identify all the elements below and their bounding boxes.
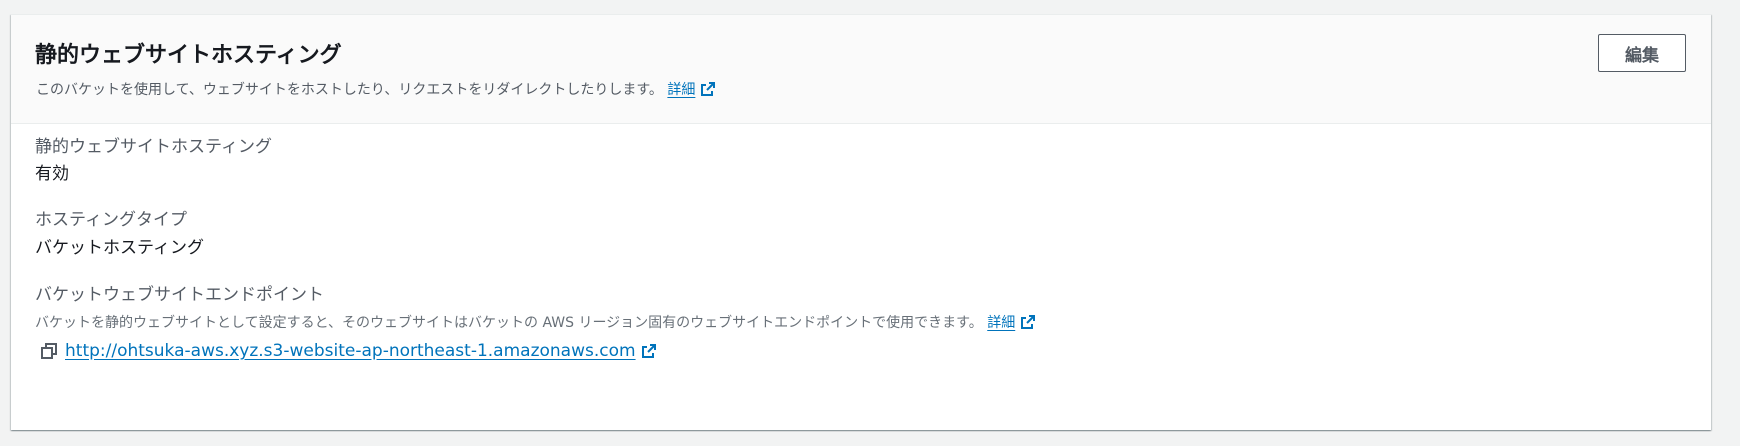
endpoint-info-link-label: 詳細 [987, 315, 1016, 331]
info-link[interactable]: 詳細 [667, 82, 716, 98]
hosting-type-label: ホスティングタイプ [35, 210, 187, 230]
endpoint-label: バケットウェブサイトエンドポイント [35, 285, 324, 305]
endpoint-description-text: バケットを静的ウェブサイトとして設定すると、そのウェブサイトはバケットの AWS… [35, 315, 983, 331]
endpoint-url: http://ohtsuka-aws.xyz.s3-website-ap-nor… [65, 341, 636, 361]
external-link-icon [1021, 315, 1036, 329]
edit-button[interactable]: 編集 [1598, 34, 1686, 72]
hosting-type-value: バケットホスティング [35, 238, 204, 258]
copy-icon[interactable] [41, 343, 57, 359]
endpoint-url-row: http://ohtsuka-aws.xyz.s3-website-ap-nor… [41, 341, 657, 361]
panel-description-text: このバケットを使用して、ウェブサイトをホストしたり、リクエストをリダイレクトした… [36, 82, 663, 98]
panel-header: 静的ウェブサイトホスティング このバケットを使用して、ウェブサイトをホストしたり… [11, 15, 1711, 124]
endpoint-info-link[interactable]: 詳細 [987, 315, 1036, 331]
endpoint-url-link[interactable]: http://ohtsuka-aws.xyz.s3-website-ap-nor… [65, 341, 657, 361]
static-website-hosting-panel: 静的ウェブサイトホスティング このバケットを使用して、ウェブサイトをホストしたり… [11, 14, 1711, 430]
panel-title: 静的ウェブサイトホスティング [35, 43, 342, 68]
info-link-label: 詳細 [667, 82, 696, 98]
external-link-icon [641, 344, 656, 358]
static-hosting-label: 静的ウェブサイトホスティング [35, 137, 272, 157]
endpoint-description: バケットを静的ウェブサイトとして設定すると、そのウェブサイトはバケットの AWS… [35, 312, 1036, 332]
static-hosting-value: 有効 [35, 164, 69, 184]
external-link-icon [701, 82, 716, 96]
panel-description: このバケットを使用して、ウェブサイトをホストしたり、リクエストをリダイレクトした… [36, 79, 716, 99]
